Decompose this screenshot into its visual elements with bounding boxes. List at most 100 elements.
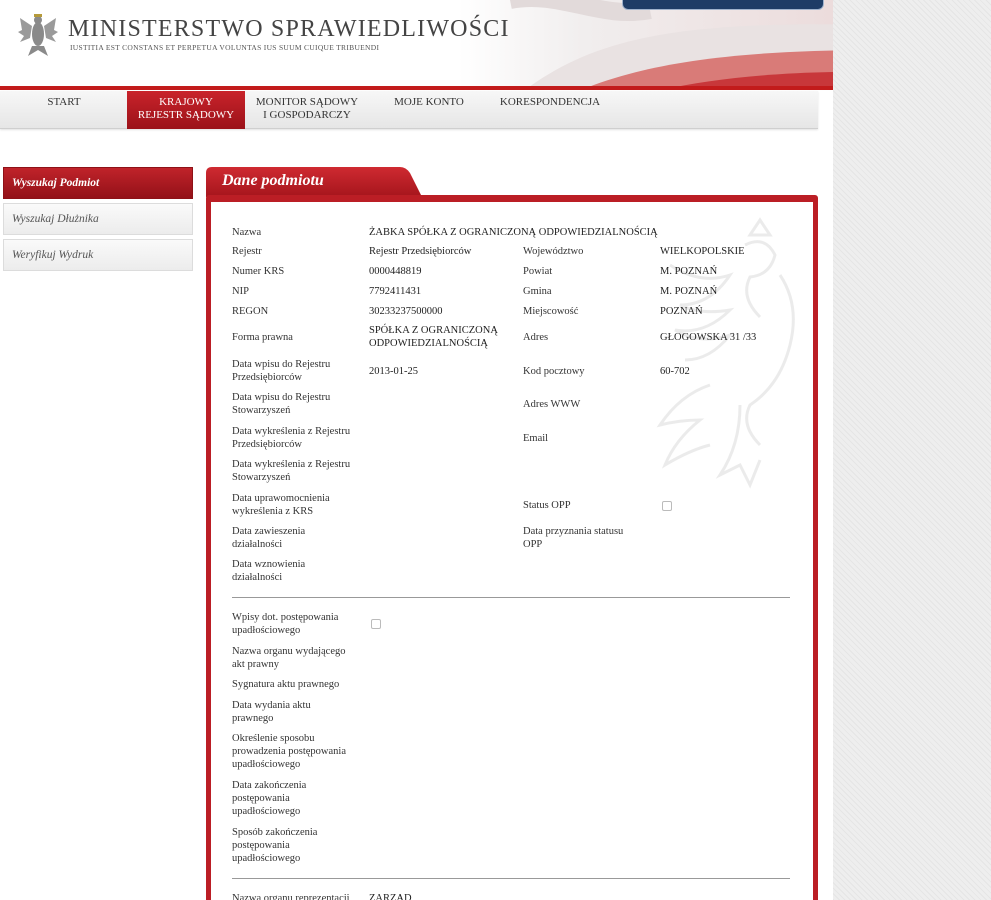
valid-deletion-line-1: Data uprawomocnienia <box>232 493 330 504</box>
field-label-proceeding-end-way: Sposób zakończenia postępowania upadłośc… <box>232 826 317 865</box>
legal-form-line-2: ODPOWIEDZIALNOŚCIĄ <box>369 338 488 349</box>
nav-correspondence-label: KORESPONDENCJA <box>499 96 601 108</box>
field-label-county: Powiat <box>523 266 553 277</box>
field-label-commune: Gmina <box>523 286 552 297</box>
entry-rp-line-2: Przedsiębiorców <box>232 372 302 383</box>
sidebar-search-entity[interactable]: Wyszukaj Podmiot <box>3 167 193 199</box>
section-divider-2 <box>232 878 790 879</box>
nav-monitor-label-1: MONITOR SĄDOWY <box>255 96 359 108</box>
field-label-act-issue-date: Data wydania aktu prawnego <box>232 699 311 725</box>
opp-date-line-2: OPP <box>523 539 543 550</box>
field-value-county: M. POZNAŃ <box>660 266 718 277</box>
nav-start-label: START <box>47 96 81 108</box>
nav-krs-label-1: KRAJOWY <box>159 96 213 108</box>
section-divider <box>232 597 790 598</box>
sidebar-search-debtor[interactable]: Wyszukaj Dłużnika <box>3 203 193 235</box>
field-label-bankruptcy-entries: Wpisy dot. postępowania upadłościowego <box>232 611 338 637</box>
field-value-voivodeship: WIELKOPOLSKIE <box>660 246 745 257</box>
entry-rs-line-2: Stowarzyszeń <box>232 405 291 416</box>
legal-form-line-1: SPÓŁKA Z OGRANICZONĄ <box>369 325 498 336</box>
field-label-nip: NIP <box>232 286 249 297</box>
deletion-rp-line-2: Przedsiębiorców <box>232 439 302 450</box>
field-label-deletion-rp: Data wykreślenia z Rejestru Przedsiębior… <box>232 425 350 451</box>
field-value-legal-form: SPÓŁKA Z OGRANICZONĄ ODPOWIEDZIALNOŚCIĄ <box>369 324 498 350</box>
field-value-postal-code: 60-702 <box>660 366 690 377</box>
field-label-representation-organ: Nazwa organu reprezentacji <box>232 893 350 900</box>
top-utility-bar[interactable] <box>622 0 824 10</box>
opp-status-checkbox[interactable] <box>662 501 672 511</box>
field-value-regon: 30233237500000 <box>369 306 443 317</box>
nav-correspondence[interactable]: KORESPONDENCJA <box>496 91 604 129</box>
field-value-address: GŁOGOWSKA 31 /33 <box>660 332 757 343</box>
panel-title: Dane podmiotu <box>222 172 324 189</box>
valid-deletion-line-2: wykreślenia z KRS <box>232 506 314 517</box>
act-issue-date-line-1: Data wydania aktu <box>232 700 311 711</box>
field-value-locality: POZNAŃ <box>660 306 703 317</box>
nav-account-label: MOJE KONTO <box>394 96 464 108</box>
field-value-krs: 0000448819 <box>369 266 422 277</box>
field-label-email: Email <box>523 433 549 444</box>
proceeding-end-way-line-1: Sposób zakończenia <box>232 827 318 838</box>
bankruptcy-entries-line-2: upadłościowego <box>232 625 301 636</box>
field-label-opp-date: Data przyznania statusu OPP <box>523 525 623 551</box>
field-value-name: ŻABKA SPÓŁKA Z OGRANICZONĄ ODPOWIEDZIALN… <box>369 227 658 238</box>
sidebar-verify-printout[interactable]: Weryfikuj Wydruk <box>3 239 193 271</box>
field-value-commune: M. POZNAŃ <box>660 286 718 297</box>
proceeding-end-date-line-3: upadłościowego <box>232 806 301 817</box>
suspension-line-1: Data zawieszenia <box>232 526 306 537</box>
resumption-line-2: działalności <box>232 572 283 583</box>
nav-monitor-label-2: I GOSPODARCZY <box>263 109 351 121</box>
field-label-name: Nazwa <box>232 227 262 238</box>
field-label-register: Rejestr <box>232 246 262 257</box>
field-label-postal-code: Kod pocztowy <box>523 366 585 377</box>
page-gutter <box>833 0 991 900</box>
deletion-rp-line-1: Data wykreślenia z Rejestru <box>232 426 351 437</box>
proceeding-method-line-1: Określenie sposobu <box>232 733 315 744</box>
proceeding-method-line-3: upadłościowego <box>232 759 301 770</box>
field-value-nip: 7792411431 <box>369 286 422 297</box>
deletion-rs-line-2: Stowarzyszeń <box>232 472 291 483</box>
opp-date-line-1: Data przyznania statusu <box>523 526 624 537</box>
entry-rs-line-1: Data wpisu do Rejestru <box>232 392 331 403</box>
entry-rp-line-1: Data wpisu do Rejestru <box>232 359 331 370</box>
proceeding-end-date-line-1: Data zakończenia <box>232 780 307 791</box>
issuing-organ-line-2: akt prawny <box>232 659 279 670</box>
site-header: MINISTERSTWO SPRAWIEDLIWOŚCI IUSTITIA ES… <box>0 0 833 90</box>
field-label-act-signature: Sygnatura aktu prawnego <box>232 679 340 690</box>
nav-monitor[interactable]: MONITOR SĄDOWY I GOSPODARCZY <box>254 91 360 129</box>
nav-account[interactable]: MOJE KONTO <box>388 91 470 129</box>
nav-krs[interactable]: KRAJOWY REJESTR SĄDOWY <box>127 91 245 129</box>
nav-krs-label-2: REJESTR SĄDOWY <box>137 109 235 121</box>
main-nav: START KRAJOWY REJESTR SĄDOWY MONITOR SĄD… <box>0 91 818 129</box>
field-label-proceeding-end-date: Data zakończenia postępowania upadłościo… <box>232 779 306 818</box>
field-label-entry-rs: Data wpisu do Rejestru Stowarzyszeń <box>232 391 330 417</box>
field-label-proceeding-method: Określenie sposobu prowadzenia postępowa… <box>232 732 346 771</box>
field-label-www: Adres WWW <box>523 399 581 410</box>
proceeding-end-way-line-2: postępowania <box>232 840 290 851</box>
bankruptcy-entries-line-1: Wpisy dot. postępowania <box>232 612 339 623</box>
issuing-organ-line-1: Nazwa organu wydającego <box>232 646 346 657</box>
act-issue-date-line-2: prawnego <box>232 713 274 724</box>
nav-start[interactable]: START <box>28 91 100 129</box>
field-label-entry-rp: Data wpisu do Rejestru Przedsiębiorców <box>232 358 330 384</box>
deletion-rs-line-1: Data wykreślenia z Rejestru <box>232 459 351 470</box>
flag-banner <box>510 0 833 90</box>
proceeding-method-line-2: prowadzenia postępowania <box>232 746 346 757</box>
bankruptcy-entries-checkbox[interactable] <box>371 619 381 629</box>
site-motto: IUSTITIA EST CONSTANS ET PERPETUA VOLUNT… <box>70 43 380 52</box>
field-label-krs: Numer KRS <box>232 266 285 277</box>
field-label-issuing-organ: Nazwa organu wydającego akt prawny <box>232 645 346 671</box>
eagle-emblem-icon <box>18 14 58 56</box>
field-label-regon: REGON <box>232 306 269 317</box>
resumption-line-1: Data wznowienia <box>232 559 306 570</box>
site-title: MINISTERSTWO SPRAWIEDLIWOŚCI <box>68 16 510 42</box>
field-value-representation-organ: ZARZĄD <box>369 893 412 900</box>
field-value-register: Rejestr Przedsiębiorców <box>369 246 472 257</box>
proceeding-end-way-line-3: upadłościowego <box>232 853 301 864</box>
field-label-opp-status: Status OPP <box>523 500 571 511</box>
field-label-resumption: Data wznowienia działalności <box>232 558 305 584</box>
field-value-entry-rp: 2013-01-25 <box>369 366 418 377</box>
field-label-address: Adres <box>523 332 549 343</box>
proceeding-end-date-line-2: postępowania <box>232 793 290 804</box>
suspension-line-2: działalności <box>232 539 283 550</box>
